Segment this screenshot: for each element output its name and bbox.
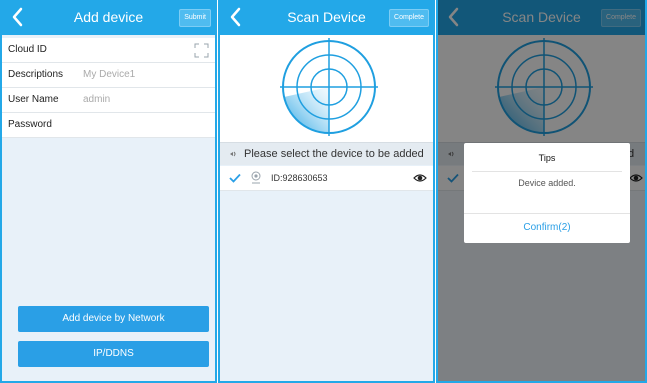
device-form: Cloud ID Descriptions My Device1 User Na… — [2, 38, 215, 138]
user-name-value: admin — [83, 94, 111, 105]
checkmark-icon[interactable] — [229, 172, 241, 184]
add-device-header: Add device Submit — [2, 0, 215, 35]
cloud-id-label: Cloud ID — [8, 44, 47, 55]
scan-device-screen: Scan Device Complete Please select the d… — [218, 0, 435, 383]
submit-button[interactable]: Submit — [179, 9, 211, 27]
select-hint: Please select the device to be added — [220, 142, 433, 165]
device-list-item[interactable]: ID:928630653 — [220, 166, 433, 191]
dialog-title: Tips — [538, 153, 556, 163]
add-device-screen: Add device Submit Cloud ID Descriptions … — [0, 0, 217, 383]
speaker-icon — [230, 151, 236, 157]
radar-icon — [280, 38, 378, 136]
camera-icon — [251, 171, 261, 184]
qr-scan-icon[interactable] — [194, 43, 209, 58]
ip-ddns-button[interactable]: IP/DDNS — [18, 341, 209, 367]
descriptions-label: Descriptions — [8, 69, 64, 80]
user-name-field[interactable]: User Name admin — [2, 88, 215, 113]
scan-device-dialog-screen: Scan Device Complete d Tips Device added… — [436, 0, 647, 383]
device-id: ID:928630653 — [271, 173, 328, 183]
cloud-id-field[interactable]: Cloud ID — [2, 38, 215, 63]
scan-device-header: Scan Device Complete — [220, 0, 433, 35]
descriptions-value: My Device1 — [83, 69, 136, 80]
add-by-network-button[interactable]: Add device by Network — [18, 306, 209, 332]
eye-icon[interactable] — [413, 172, 427, 184]
password-label: Password — [8, 119, 52, 130]
password-field[interactable]: Password — [2, 113, 215, 138]
user-name-label: User Name — [8, 94, 59, 105]
confirm-button[interactable]: Confirm(2) — [464, 213, 630, 243]
complete-button[interactable]: Complete — [389, 9, 429, 27]
radar-area — [220, 35, 433, 142]
tips-dialog: Tips Device added. Confirm(2) — [464, 143, 630, 243]
descriptions-field[interactable]: Descriptions My Device1 — [2, 63, 215, 88]
dialog-divider — [472, 171, 622, 172]
dialog-message: Device added. — [518, 178, 576, 188]
select-hint-text: Please select the device to be added — [244, 148, 424, 160]
